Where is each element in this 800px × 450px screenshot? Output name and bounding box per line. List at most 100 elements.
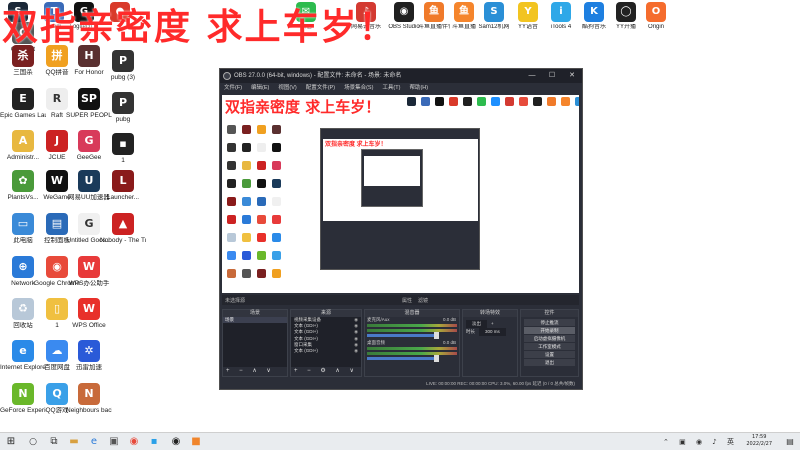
nested-inner-obs-window bbox=[361, 149, 423, 207]
maximize-icon[interactable]: ☐ bbox=[542, 69, 562, 83]
wegame-icon: W bbox=[46, 170, 68, 192]
desktop-shortcut[interactable]: N Neighbours back Fro... bbox=[66, 383, 112, 415]
edge-icon[interactable]: e bbox=[88, 436, 100, 448]
obs-taskbar-icon[interactable]: ◉ bbox=[170, 436, 182, 448]
visibility-icon[interactable]: ◉ bbox=[354, 342, 358, 348]
obs-titlebar[interactable]: OBS 27.0.0 (64-bit, windows) - 配置文件: 未命名… bbox=[220, 69, 582, 83]
transition-select[interactable]: 淡出 bbox=[466, 320, 487, 328]
desktop-shortcut-top[interactable]: K 酷狗音乐 bbox=[578, 2, 610, 31]
preview-mini-icon bbox=[272, 125, 281, 134]
obs-menu-item[interactable]: 视图(V) bbox=[278, 83, 296, 94]
shortcut-label: YY语音 bbox=[517, 24, 538, 30]
scene-list: 场景 bbox=[223, 317, 287, 367]
control-button[interactable]: 启动虚拟摄像机 bbox=[524, 335, 575, 342]
obs-menu-item[interactable]: 场景集合(S) bbox=[344, 83, 373, 94]
desktop-shortcut-top[interactable]: Y YY语音 bbox=[512, 2, 544, 31]
obs-menu-item[interactable]: 配置文件(P) bbox=[306, 83, 335, 94]
source-item[interactable]: 文本 (GDI+) ◉ bbox=[291, 348, 361, 354]
obs-menu-item[interactable]: 帮助(H) bbox=[409, 83, 428, 94]
source-item-label: 文本 (GDI+) bbox=[294, 335, 318, 341]
notifications-icon[interactable]: ▤ bbox=[784, 436, 796, 448]
task-view-icon[interactable]: ⧉ bbox=[48, 436, 60, 448]
control-button[interactable]: 设置 bbox=[524, 351, 575, 358]
super-people-icon: SP bbox=[78, 88, 100, 110]
preview-mini-icon bbox=[242, 251, 251, 260]
scene-item[interactable]: 场景 bbox=[223, 317, 287, 323]
shortcut-label: pubg (3) bbox=[110, 74, 136, 81]
desktop-shortcut[interactable]: ✲ 迅雷加速 bbox=[66, 340, 112, 372]
system-tray-icons[interactable]: ⌃ ▣ ◉ ♪ 英 bbox=[663, 437, 738, 447]
launcher-icon: L bbox=[112, 170, 134, 192]
track-db: 0.0 dB bbox=[442, 317, 456, 322]
desktop-shortcut[interactable]: W WPS Office bbox=[66, 298, 112, 330]
desktop-shortcut-top[interactable]: 鱼斗鱼直播伴侣 bbox=[418, 2, 450, 31]
chrome-taskbar-icon[interactable]: ◉ bbox=[128, 436, 140, 448]
desktop-shortcut[interactable]: Ppubg (3) bbox=[100, 50, 146, 82]
visibility-icon[interactable]: ◉ bbox=[354, 317, 358, 323]
sources-dock-toolbar[interactable]: + − ⚙ ∧ ∨ bbox=[291, 367, 361, 376]
properties-button[interactable]: 属性 bbox=[402, 297, 412, 304]
filters-button[interactable]: 滤镜 bbox=[418, 297, 428, 304]
track-name: 麦克风/Aux bbox=[367, 317, 390, 322]
admin-icon: A bbox=[12, 130, 34, 152]
desktop-shortcut[interactable]: Ppubg bbox=[100, 92, 146, 124]
minimize-icon[interactable]: — bbox=[522, 69, 542, 83]
desktop-shortcut[interactable]: ▪ 1 bbox=[100, 133, 146, 165]
obs-menu-item[interactable]: 编辑(E) bbox=[251, 83, 269, 94]
scenes-dock-toolbar[interactable]: + − ∧ ∨ bbox=[223, 367, 287, 376]
geegee-icon: G bbox=[78, 130, 100, 152]
duration-label: 时长 bbox=[466, 329, 475, 334]
control-button[interactable]: 停止推流 bbox=[524, 319, 575, 326]
duration-input[interactable]: 300 ms bbox=[479, 328, 506, 336]
baidu-icon: ✲ bbox=[78, 340, 100, 362]
desktop-shortcut-top[interactable]: i iTools 4 bbox=[545, 2, 577, 31]
obs-preview[interactable]: 双指亲密度 求上车岁！ 双指亲密度 求上车岁！ bbox=[222, 95, 579, 293]
file-explorer-icon[interactable]: ▬ bbox=[68, 436, 80, 448]
douyu-taskbar-icon[interactable]: ■ bbox=[190, 436, 202, 448]
volume-slider[interactable] bbox=[367, 355, 439, 362]
control-button[interactable]: 工作室模式 bbox=[524, 343, 575, 350]
visibility-icon[interactable]: ◉ bbox=[354, 348, 358, 354]
close-icon[interactable]: ✕ bbox=[562, 69, 582, 83]
shortcut-label: 斗鱼直播 bbox=[451, 24, 476, 30]
nested-obs-window: 双指亲密度 求上车岁！ bbox=[320, 128, 480, 270]
obs-menu-item[interactable]: 工具(T) bbox=[382, 83, 400, 94]
preview-mini-icon bbox=[227, 161, 236, 170]
itools-icon: i bbox=[551, 2, 571, 22]
control-panel-icon: ▤ bbox=[46, 213, 68, 235]
desktop-shortcut-top[interactable]: 鱼斗鱼直播 bbox=[448, 2, 480, 31]
desktop-shortcut[interactable]: W WPS办公助手 bbox=[66, 256, 112, 288]
search-icon[interactable]: ○ bbox=[27, 436, 39, 448]
obs-window[interactable]: OBS 27.0.0 (64-bit, windows) - 配置文件: 未命名… bbox=[219, 68, 583, 390]
desktop-shortcut[interactable]: ▲ Nobody - The Turne... bbox=[100, 213, 146, 245]
desktop-shortcut-top[interactable]: S Sam12机网 bbox=[478, 2, 510, 31]
obs-menubar: 文件(F) 编辑(E) 视图(V) 配置文件(P) 场景集合(S) 工具(T) 帮助(H) bbox=[220, 83, 582, 94]
shortcut-label: Neighbours back Fro... bbox=[66, 407, 112, 414]
desktop-shortcut-top[interactable]: ◯ YY开播 bbox=[610, 2, 642, 31]
shortcut-label: WPS办公助手 bbox=[68, 280, 110, 287]
control-button[interactable]: 退出 bbox=[524, 359, 575, 366]
mixer-dock: 混音器 麦克风/Aux 0.0 dB 桌面音频 0.0 dB bbox=[364, 309, 460, 377]
visibility-icon[interactable]: ◉ bbox=[354, 323, 358, 329]
control-button[interactable]: 开始录制 bbox=[524, 327, 575, 334]
visibility-icon[interactable]: ◉ bbox=[354, 336, 358, 342]
app-taskbar-icon[interactable]: ▪ bbox=[148, 436, 160, 448]
preview-mini-icon bbox=[257, 233, 266, 242]
kugou-icon: K bbox=[584, 2, 604, 22]
preview-mini-icon bbox=[242, 179, 251, 188]
volume-meter bbox=[367, 347, 457, 350]
volume-slider[interactable] bbox=[367, 332, 439, 339]
store-icon[interactable]: ▣ bbox=[108, 436, 120, 448]
file-icon: ▯ bbox=[46, 298, 68, 320]
desktop-shortcut[interactable]: L Launcher... bbox=[100, 170, 146, 202]
windows-start-icon[interactable]: ⊞ bbox=[5, 436, 17, 448]
obs-menu-item[interactable]: 文件(F) bbox=[224, 83, 242, 94]
visibility-icon[interactable]: ◉ bbox=[354, 329, 358, 335]
obs-studio-icon: ◉ bbox=[394, 2, 414, 22]
clock[interactable]: 17:59 2022/2/27 bbox=[746, 434, 772, 448]
desktop-shortcut-top[interactable]: O Origin bbox=[640, 2, 672, 31]
preview-mini-icon bbox=[272, 251, 281, 260]
mixer-track: 桌面音频 0.0 dB bbox=[365, 340, 459, 346]
preview-mini-icon bbox=[257, 197, 266, 206]
transition-add-icon[interactable]: + bbox=[491, 320, 494, 328]
